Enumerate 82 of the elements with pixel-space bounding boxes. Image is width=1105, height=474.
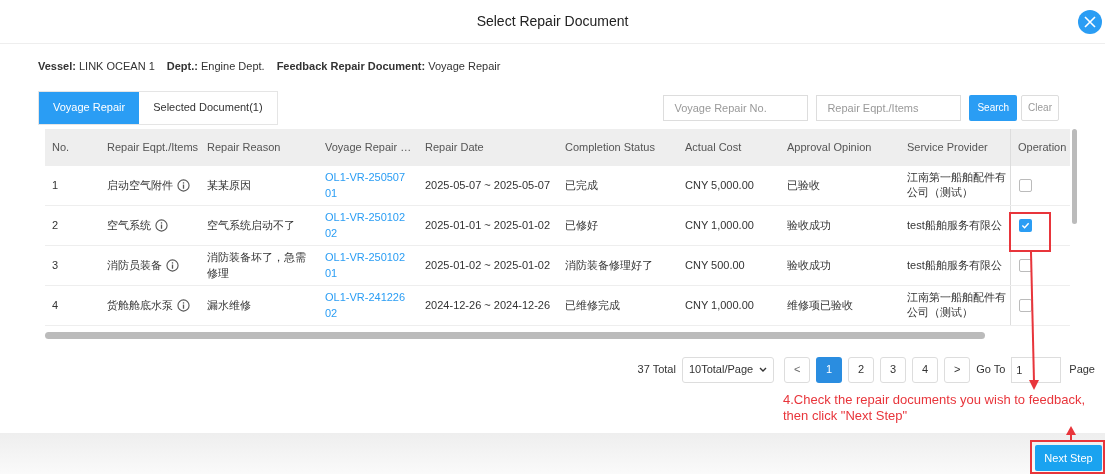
column-header: Repair Reason [206,139,282,155]
repair-link[interactable]: OL1-VR-25050701 [325,169,411,201]
table-cell-text: CNY 500.00 [684,257,746,273]
info-icon[interactable] [155,218,168,232]
table-cell-text: 2025-01-01 ~ 2025-01-02 [424,218,552,233]
annotation-text: 4.Check the repair documents you wish to feedback, then click "Next Step" [783,392,1087,424]
info-icon[interactable] [177,178,190,192]
table-cell-text: CNY 1,000.00 [684,297,755,313]
row-checkbox[interactable] [1019,218,1032,232]
table-cell-text: 2024-12-26 ~ 2024-12-26 [424,298,552,313]
table-cell-text: CNY 5,000.00 [684,177,755,193]
info-text: Dept.: Engine Dept. [166,59,265,74]
table-cell-text: 3 [51,257,60,273]
column-header: Actual Cost [684,139,743,155]
prev-page-button[interactable]: < [784,356,811,383]
next-step-button[interactable]: Next Step [1035,445,1102,471]
table-cell-text: 空气系统启动不了 [206,218,296,233]
item-text: 货舱舱底水泵 [107,297,173,313]
dialog-title: Select Repair Document [476,12,629,31]
column-header: Repair Eqpt./Items [106,139,200,155]
chevron-down-icon [759,366,768,373]
table-cell-text: 2025-01-02 ~ 2025-01-02 [424,258,552,273]
vertical-scrollbar[interactable] [1072,128,1077,224]
column-header: No. [51,139,71,155]
goto-page-field[interactable]: 1 [1011,356,1062,383]
highlight-frame [1009,212,1051,252]
repair-link[interactable]: OL1-VR-24122602 [325,289,411,321]
search-button[interactable]: Search [969,94,1018,121]
page-size-select[interactable]: 10Total/Page [681,356,775,383]
table-cell-text: 某某原因 [206,178,252,193]
arrow [1066,426,1076,441]
table-cell-text: test船舶服务有限公 [906,257,1003,273]
table-cell-text: 江南第一船舶配件有 公司（测试） [906,290,1007,320]
table-cell-text: 漏水维修 [206,298,252,313]
table-cell-text: 已维修完成 [564,297,621,313]
page-button[interactable]: 1 [816,356,843,383]
table-cell-text: 消防装备修理好了 [564,257,654,273]
column-header: Repair Date [424,139,485,155]
table-cell-text: 2025-05-07 ~ 2025-05-07 [424,178,552,193]
info-text: Vessel: LINK OCEAN 1 [38,59,155,74]
info-icon[interactable] [177,298,190,312]
column-header: Voyage Repair … [324,139,413,155]
table-cell-text: 消防装备坏了，急需修理 [206,250,307,281]
table-cell-text: 江南第一船舶配件有 公司（测试） [906,170,1007,200]
table-cell-text: 验收成功 [786,257,832,273]
clear-button[interactable]: Clear [1021,94,1059,121]
total-count: 37 Total [637,362,676,378]
tab[interactable]: Voyage Repair [39,91,140,124]
check-icon [1021,220,1030,230]
next-page-button[interactable]: > [944,356,971,383]
table-cell-text: 4 [51,297,60,313]
search-field[interactable]: Repair Eqpt./Items [816,94,962,121]
column-header: Operation [1010,128,1068,166]
page-label: Page [1069,362,1095,378]
table-cell-text: 2 [51,217,60,233]
column-header: Service Provider [906,139,989,155]
table-cell-text: CNY 1,000.00 [684,217,755,233]
info-text: Feedback Repair Document: Voyage Repair [276,59,501,74]
close-icon [1084,16,1096,28]
item-text: 启动空气附件 [107,177,173,193]
item-text: 消防员装备 [107,257,162,273]
table-cell-text: test船舶服务有限公 [906,217,1003,233]
close-button[interactable] [1078,10,1102,34]
table-cell-text: 验收成功 [786,217,832,233]
row-checkbox[interactable] [1019,178,1032,192]
search-field[interactable]: Voyage Repair No. [663,94,809,121]
table-cell-text: 1 [51,177,60,193]
page-button[interactable]: 3 [880,356,907,383]
page-button[interactable]: 2 [848,356,875,383]
table-cell-text: 维修项已验收 [786,297,854,313]
page-button[interactable]: 4 [912,356,939,383]
table-cell-text: 已验收 [786,177,821,193]
info-icon[interactable] [166,258,179,272]
column-header: Approval Opinion [786,139,873,155]
table-cell-text: 已修好 [564,217,599,233]
repair-link[interactable]: OL1-VR-25010202 [325,209,411,241]
horizontal-scrollbar[interactable] [45,331,985,339]
repair-link[interactable]: OL1-VR-25010201 [325,249,411,281]
column-header: Completion Status [564,139,656,155]
table-cell-text: 已完成 [564,177,599,193]
item-text: 空气系统 [107,217,151,233]
goto-label: Go To [976,362,1006,378]
